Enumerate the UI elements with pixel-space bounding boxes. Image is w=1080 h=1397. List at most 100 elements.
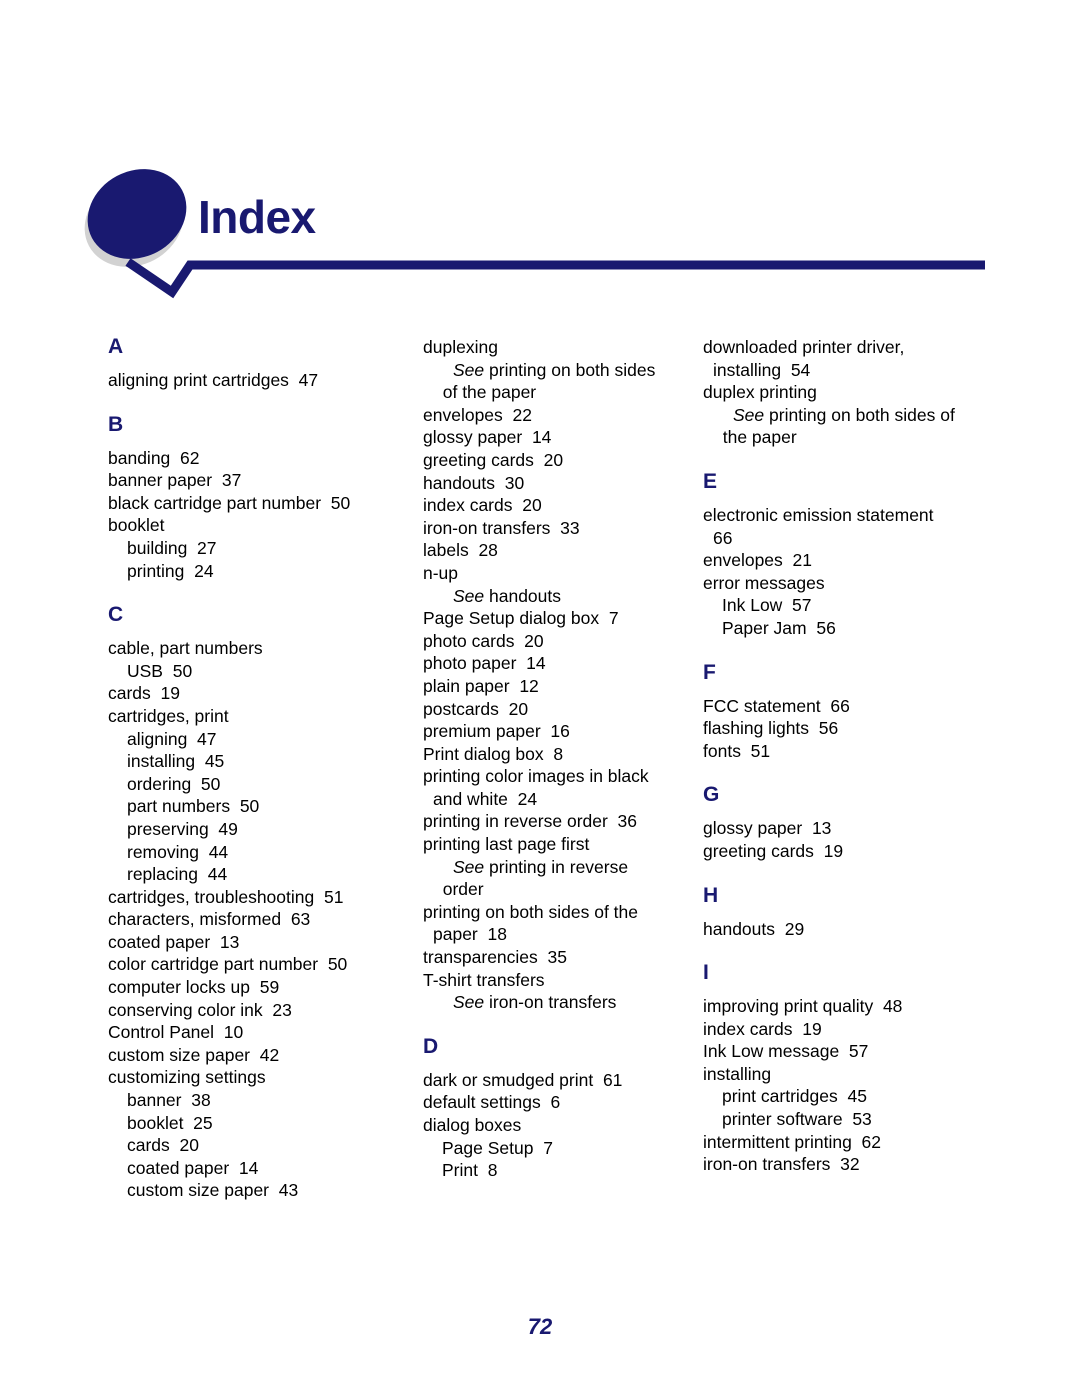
index-entry: See printing on both sides of <box>733 404 955 425</box>
index-entry: photo paper 14 <box>423 653 546 674</box>
index-entry: See printing on both sides <box>453 359 656 380</box>
index-entry: cable, part numbers <box>108 638 263 659</box>
index-entry: iron-on transfers 32 <box>703 1154 860 1175</box>
index-entry: Ink Low message 57 <box>703 1041 869 1062</box>
index-entry: printing last page first <box>423 834 590 855</box>
index-entry: banner 38 <box>127 1090 211 1111</box>
index-entry: premium paper 16 <box>423 721 570 742</box>
see-reference-label: See <box>453 585 485 606</box>
page-number: 72 <box>527 1314 553 1339</box>
heading-spacer <box>703 909 1003 918</box>
page-title: Index <box>198 191 316 243</box>
index-entry: printing in reverse order 36 <box>423 811 637 832</box>
index-entry: of the paper <box>433 382 537 403</box>
index-entry: flashing lights 56 <box>703 718 839 739</box>
ellipse-logo-icon <box>87 169 187 259</box>
index-entry: building 27 <box>127 537 217 558</box>
letter-heading-C: C <box>108 603 124 627</box>
index-entry: duplex printing <box>703 382 817 403</box>
index-entry: conserving color ink 23 <box>108 999 292 1020</box>
index-entry: index cards 19 <box>703 1018 822 1039</box>
index-column-3: downloaded printer driver, installing 54 d… <box>703 336 1003 1176</box>
index-entry: postcards 20 <box>423 698 529 719</box>
index-entry: Control Panel 10 <box>108 1022 244 1043</box>
index-entry: banner paper 37 <box>108 470 242 491</box>
index-entry: T-shirt transfers <box>423 969 545 990</box>
index-entry: installing <box>703 1063 772 1084</box>
index-entry: coated paper 14 <box>127 1157 259 1178</box>
index-entry: Print dialog box 8 <box>423 743 564 764</box>
index-entry: n-up <box>423 562 459 583</box>
see-reference-label: See <box>453 856 485 877</box>
letter-heading-I: I <box>703 961 709 985</box>
index-entry: black cartridge part number 50 <box>108 492 351 513</box>
index-entry: removing 44 <box>127 841 229 862</box>
letter-heading-F: F <box>703 660 716 684</box>
index-entry: computer locks up 59 <box>108 977 280 998</box>
chevron-rule-icon <box>125 258 985 299</box>
index-body: Aaligning print cartridges 47 Bbanding 62… <box>0 336 1080 1236</box>
index-entry: order <box>433 879 484 900</box>
index-entry: dark or smudged print 61 <box>423 1069 623 1090</box>
index-entry: glossy paper 13 <box>703 818 832 839</box>
index-entry: characters, misformed 63 <box>108 909 311 930</box>
index-entry: greeting cards 19 <box>703 840 844 861</box>
index-entry: glossy paper 14 <box>423 427 552 448</box>
index-entry: USB 50 <box>127 660 193 681</box>
index-entry: booklet 25 <box>127 1112 213 1133</box>
see-reference-label: See <box>733 404 765 425</box>
index-entry: booklet <box>108 515 165 536</box>
index-entry: index cards 20 <box>423 495 542 516</box>
index-entry: iron-on transfers 33 <box>423 517 580 538</box>
heading-spacer <box>703 986 1003 995</box>
index-entry: envelopes 22 <box>423 404 532 425</box>
index-entry: preserving 49 <box>127 818 238 839</box>
index-entry: aligning print cartridges 47 <box>108 370 319 390</box>
index-entry: transparencies 35 <box>423 947 567 968</box>
index-entry: printer software 53 <box>722 1109 872 1130</box>
index-entry: improving print quality 48 <box>703 996 903 1017</box>
index-entry: custom size paper 42 <box>108 1044 280 1065</box>
heading-spacer <box>423 1060 723 1069</box>
index-entry: labels 28 <box>423 540 498 561</box>
page-header-banner: Index <box>0 0 1080 300</box>
index-entry: Ink Low 57 <box>722 595 812 616</box>
index-entry: fonts 51 <box>703 740 771 761</box>
letter-heading-E: E <box>703 469 718 493</box>
index-entry: printing color images in black <box>423 766 649 787</box>
index-entry: default settings 6 <box>423 1092 561 1113</box>
index-entry: ordering 50 <box>127 773 221 794</box>
index-entry: See iron-on transfers <box>453 992 617 1013</box>
index-entry: printing on both sides of the <box>423 901 639 922</box>
index-entry: downloaded printer driver, <box>703 337 905 357</box>
index-entry: installing 54 <box>713 359 811 380</box>
index-entry: photo cards 20 <box>423 630 544 651</box>
index-column-2: duplexing See printing on both sides of t… <box>423 336 723 1182</box>
index-entry: cartridges, print <box>108 705 229 726</box>
index-entry: and white 24 <box>433 788 538 809</box>
letter-heading-B: B <box>108 412 124 436</box>
index-entry: banding 62 <box>108 447 200 468</box>
index-entry: cartridges, troubleshooting 51 <box>108 886 344 907</box>
index-entry: See printing in reverse <box>453 856 629 877</box>
heading-spacer <box>108 360 408 369</box>
index-entry: print cartridges 45 <box>722 1086 867 1107</box>
index-entry: See handouts <box>453 585 562 606</box>
index-entry: custom size paper 43 <box>127 1180 299 1201</box>
index-entry: color cartridge part number 50 <box>108 954 348 975</box>
index-entry: replacing 44 <box>127 864 228 885</box>
index-entry: Paper Jam 56 <box>722 617 836 638</box>
index-entry: paper 18 <box>433 924 507 945</box>
index-entry: aligning 47 <box>127 728 217 749</box>
see-reference-label: See <box>453 992 485 1013</box>
index-entry: Page Setup dialog box 7 <box>423 608 619 629</box>
index-entry: FCC statement 66 <box>703 695 850 716</box>
index-entry: Page Setup 7 <box>442 1137 553 1158</box>
index-entry: plain paper 12 <box>423 675 539 696</box>
letter-heading-A: A <box>108 335 124 358</box>
index-entry: handouts 29 <box>703 918 805 939</box>
index-entry: coated paper 13 <box>108 931 240 952</box>
index-entry: dialog boxes <box>423 1115 522 1135</box>
heading-spacer <box>703 808 1003 817</box>
index-entry: 66 <box>713 527 733 548</box>
